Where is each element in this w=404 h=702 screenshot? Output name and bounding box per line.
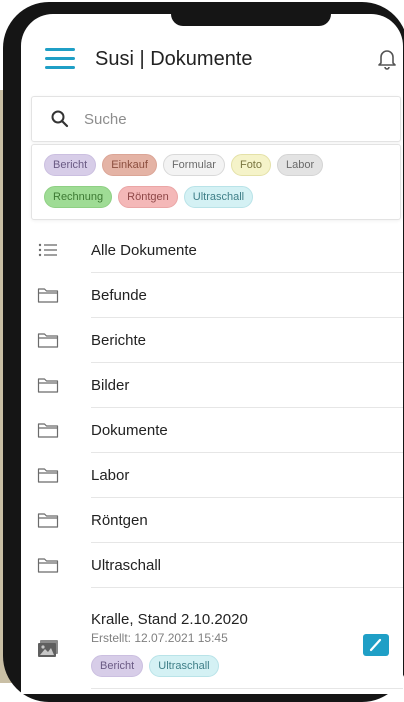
folder-icon <box>37 466 59 484</box>
folder-item-ultraschall[interactable]: Ultraschall <box>21 543 403 588</box>
tag-filter-chip[interactable]: Labor <box>276 154 324 176</box>
app-screen: Susi | Dokumente BerichtEinkaufFormularF… <box>21 14 403 694</box>
phone-frame: Susi | Dokumente BerichtEinkaufFormularF… <box>3 2 404 702</box>
app-bar: Susi | Dokumente <box>21 32 403 92</box>
tag-filter-chip[interactable]: Formular <box>162 154 225 176</box>
tag-filter-chip[interactable]: Ultraschall <box>183 186 254 208</box>
pencil-icon <box>369 638 382 652</box>
document-tags: Bericht Ultraschall <box>91 655 219 677</box>
folder-item-berichte[interactable]: Berichte <box>21 318 403 363</box>
edit-button[interactable] <box>363 634 389 656</box>
folder-item-röntgen[interactable]: Röntgen <box>21 498 403 543</box>
folder-item-label: Berichte <box>91 332 147 349</box>
page-title: Susi | Dokumente <box>95 48 253 70</box>
folder-item-label: Befunde <box>91 287 147 304</box>
tag-filter-row: Rechnung Röntgen Ultraschall <box>44 186 254 208</box>
tag-filter-row: Bericht Einkauf Formular Foto Labor <box>44 154 324 176</box>
phone-notch <box>171 14 331 26</box>
folder-item-label: Ultraschall <box>91 557 162 574</box>
folder-item-befunde[interactable]: Befunde <box>21 273 403 318</box>
folder-icon <box>37 421 59 439</box>
tag-filter-chip[interactable]: Einkauf <box>102 154 157 176</box>
tag-filter-chip[interactable]: Foto <box>230 154 271 176</box>
document-title: Kralle, Stand 2.10.2020 <box>91 611 248 628</box>
divider <box>91 688 403 689</box>
folder-item-label: Röntgen <box>91 512 148 529</box>
tag-filter-chip[interactable]: Rechnung <box>44 186 113 208</box>
document-item[interactable]: Kralle, Stand 2.10.2020 Erstellt: 12.07.… <box>21 599 403 689</box>
tag-filter-panel: Bericht Einkauf Formular Foto Labor Rechnung… <box>31 144 401 220</box>
folder-item-labor[interactable]: Labor <box>21 453 403 498</box>
hamburger-menu-icon[interactable] <box>45 48 75 70</box>
notification-bell-icon[interactable] <box>375 46 399 70</box>
search-icon <box>51 110 69 128</box>
folder-item-label: Labor <box>91 467 130 484</box>
folder-item-bilder[interactable]: Bilder <box>21 363 403 408</box>
folder-icon <box>37 331 59 349</box>
folder-icon <box>37 286 59 304</box>
document-tag-chip[interactable]: Bericht <box>91 655 144 677</box>
divider <box>91 587 403 588</box>
document-created-date: Erstellt: 12.07.2021 15:45 <box>91 631 228 645</box>
folder-item-label: Dokumente <box>91 422 168 439</box>
folder-item-label: Bilder <box>91 377 130 394</box>
search-bar <box>31 96 401 142</box>
folder-item-dokumente[interactable]: Dokumente <box>21 408 403 453</box>
document-tag-chip[interactable]: Ultraschall <box>149 655 219 677</box>
tag-filter-chip[interactable]: Bericht <box>44 154 97 176</box>
folder-list: Alle Dokumente Befunde Berichte Bilder Dokum… <box>21 228 403 588</box>
folder-item-label: Alle Dokumente <box>91 242 197 259</box>
folder-icon <box>37 511 59 529</box>
search-input[interactable] <box>84 107 384 131</box>
folder-icon <box>37 556 59 574</box>
image-icon <box>38 640 58 657</box>
folder-icon <box>37 376 59 394</box>
tag-filter-chip[interactable]: Röntgen <box>118 186 178 208</box>
list-icon <box>37 241 59 259</box>
folder-item-alle-dokumente[interactable]: Alle Dokumente <box>21 228 403 273</box>
